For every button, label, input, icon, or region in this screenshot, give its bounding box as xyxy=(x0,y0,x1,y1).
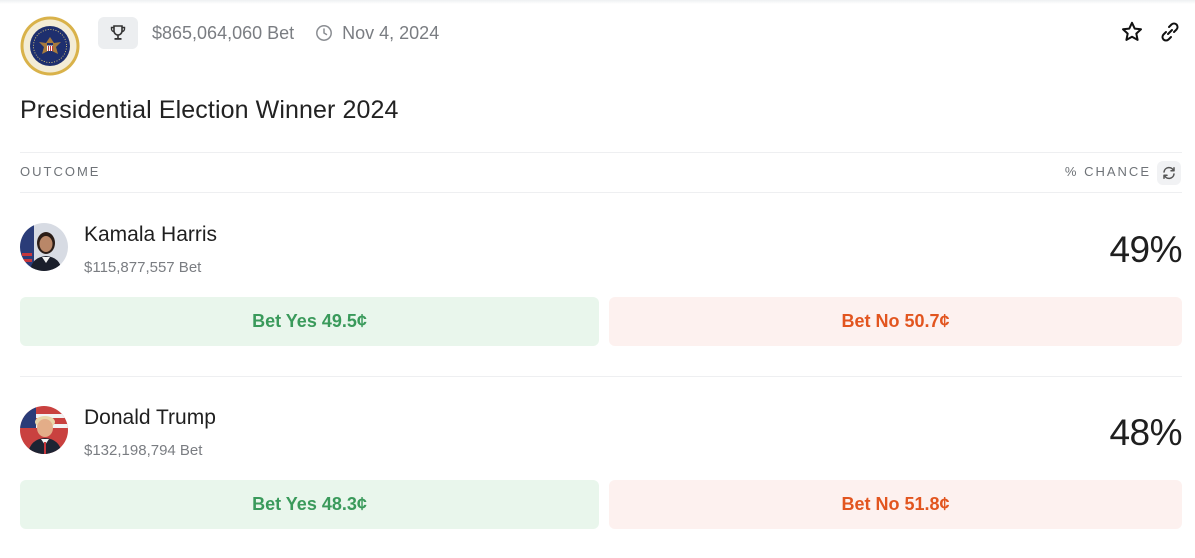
chance-column-header: % CHANCE xyxy=(1064,164,1151,179)
top-shadow xyxy=(0,0,1195,4)
star-icon[interactable] xyxy=(1120,20,1144,44)
outcome-volume: $115,877,557 Bet xyxy=(84,259,202,276)
outcome-chance: 49% xyxy=(1109,229,1182,270)
presidential-seal-icon xyxy=(20,16,80,76)
avatar xyxy=(20,223,68,271)
outcome-name: Donald Trump xyxy=(84,406,216,429)
clock-icon xyxy=(315,24,333,42)
header-actions xyxy=(1120,20,1182,44)
market-volume: $865,064,060 Bet xyxy=(152,22,295,43)
divider xyxy=(20,376,1182,377)
bet-yes-button[interactable]: Bet Yes 49.5¢ xyxy=(20,297,599,346)
trophy-icon[interactable] xyxy=(98,17,138,49)
page-title: Presidential Election Winner 2024 xyxy=(20,96,399,124)
bet-no-button[interactable]: Bet No 51.8¢ xyxy=(609,480,1182,529)
outcome-column-header: OUTCOME xyxy=(20,164,101,179)
outcome-row-harris: Kamala Harris $115,877,557 Bet 49% Bet Y… xyxy=(20,223,1182,347)
link-icon[interactable] xyxy=(1158,20,1182,44)
divider xyxy=(20,152,1182,153)
market-page: $865,064,060 Bet Nov 4, 2024 Presidentia… xyxy=(0,0,1195,558)
outcome-name: Kamala Harris xyxy=(84,223,218,246)
market-date: Nov 4, 2024 xyxy=(342,22,440,43)
outcome-volume: $132,198,794 Bet xyxy=(84,442,203,459)
divider xyxy=(20,192,1182,193)
market-header: $865,064,060 Bet Nov 4, 2024 xyxy=(20,16,1182,78)
avatar xyxy=(20,406,68,454)
refresh-icon[interactable] xyxy=(1157,161,1181,185)
outcome-chance: 48% xyxy=(1109,412,1182,453)
outcome-row-trump: Donald Trump $132,198,794 Bet 48% Bet Ye… xyxy=(20,406,1182,530)
market-meta: $865,064,060 Bet Nov 4, 2024 xyxy=(98,17,439,49)
bet-no-button[interactable]: Bet No 50.7¢ xyxy=(609,297,1182,346)
bet-yes-button[interactable]: Bet Yes 48.3¢ xyxy=(20,480,599,529)
